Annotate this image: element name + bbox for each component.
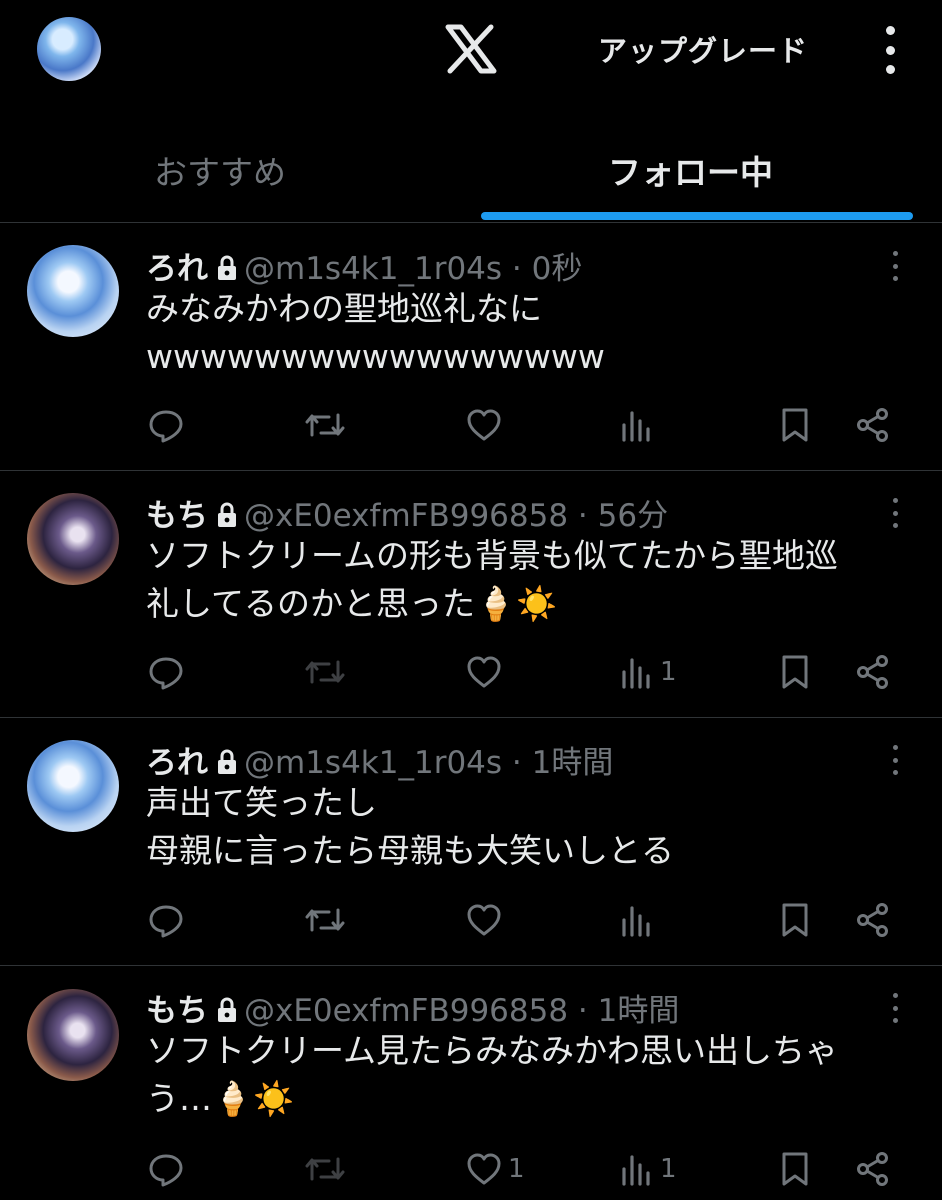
analytics-icon — [622, 658, 650, 689]
bookmark-button[interactable] — [780, 405, 810, 445]
post-more-icon[interactable] — [890, 251, 900, 281]
reply-button[interactable] — [148, 405, 184, 445]
post-header: ろれ @m1s4k1_1r04s · 1時間 — [146, 737, 613, 782]
bookmark-icon — [782, 1152, 808, 1186]
share-icon — [857, 1152, 888, 1186]
views-button[interactable] — [620, 405, 660, 445]
bookmark-icon — [782, 903, 808, 937]
share-icon — [857, 903, 888, 937]
post-item[interactable]: ろれ @m1s4k1_1r04s · 0秒 みなみかわの聖地巡礼なに wwwwww… — [0, 223, 942, 471]
heart-icon — [467, 409, 501, 441]
like-button[interactable] — [466, 405, 502, 445]
repost-icon — [305, 908, 345, 932]
reply-button[interactable] — [148, 652, 184, 692]
top-bar: アップグレード — [0, 0, 942, 100]
bookmark-icon — [782, 408, 808, 442]
bookmark-icon — [782, 655, 808, 689]
analytics-icon — [622, 906, 650, 937]
author-name[interactable]: もち — [146, 993, 208, 1029]
author-handle-time[interactable]: @m1s4k1_1r04s · 1時間 — [244, 745, 613, 781]
post-text: 声出て笑ったし 母親に言ったら母親も大笑いしとる — [146, 783, 674, 870]
tab-for-you[interactable]: おすすめ — [154, 146, 286, 194]
share-button[interactable] — [856, 652, 890, 692]
heart-icon — [467, 656, 501, 688]
views-count: 1 — [660, 657, 677, 687]
reply-button[interactable] — [148, 900, 184, 940]
lock-icon — [218, 997, 236, 1022]
reply-icon — [149, 410, 183, 443]
share-icon — [857, 655, 888, 689]
views-count: 1 — [660, 1154, 677, 1184]
repost-button[interactable] — [304, 652, 346, 692]
author-avatar[interactable] — [27, 493, 119, 585]
post-actions — [0, 900, 942, 940]
author-handle-time[interactable]: @m1s4k1_1r04s · 0秒 — [244, 251, 582, 287]
post-item[interactable]: ろれ @m1s4k1_1r04s · 1時間 声出て笑ったし 母親に言ったら母親も… — [0, 717, 942, 966]
post-header: もち @xE0exfmFB996858 · 56分 — [146, 490, 668, 535]
post-item[interactable]: もち @xE0exfmFB996858 · 1時間 ソフトクリーム見たらみなみかわ… — [0, 965, 942, 1200]
views-button[interactable]: 1 — [620, 1149, 677, 1189]
lock-icon — [218, 502, 236, 527]
x-logo-icon[interactable] — [444, 24, 498, 74]
author-avatar[interactable] — [27, 245, 119, 337]
share-button[interactable] — [856, 405, 890, 445]
post-more-icon[interactable] — [890, 745, 900, 775]
reply-icon — [149, 1154, 183, 1187]
reply-icon — [149, 657, 183, 690]
post-text: ソフトクリームの形も背景も似てたから聖地巡 礼してるのかと思った🍦☀️ — [146, 536, 839, 623]
repost-button[interactable] — [304, 405, 346, 445]
upgrade-button[interactable]: アップグレード — [598, 28, 808, 70]
author-name[interactable]: ろれ — [146, 745, 208, 781]
views-button[interactable] — [620, 900, 660, 940]
analytics-icon — [622, 411, 650, 442]
reply-button[interactable] — [148, 1149, 184, 1189]
heart-icon — [467, 904, 501, 936]
like-button[interactable]: 1 — [466, 1149, 525, 1189]
heart-icon — [467, 1153, 501, 1185]
post-item[interactable]: もち @xE0exfmFB996858 · 56分 ソフトクリームの形も背景も似て… — [0, 470, 942, 718]
timeline-tabs: おすすめ フォロー中 — [0, 122, 942, 223]
profile-avatar[interactable] — [37, 17, 101, 81]
more-options-icon[interactable] — [880, 26, 900, 74]
like-button[interactable] — [466, 652, 502, 692]
analytics-icon — [622, 1155, 650, 1186]
tab-following[interactable]: フォロー中 — [608, 146, 773, 194]
author-avatar[interactable] — [27, 989, 119, 1081]
views-button[interactable]: 1 — [620, 652, 677, 692]
active-tab-indicator — [481, 212, 913, 220]
bookmark-button[interactable] — [780, 652, 810, 692]
post-actions: 1 — [0, 652, 942, 692]
post-actions: 1 1 — [0, 1149, 942, 1189]
post-actions — [0, 405, 942, 445]
like-button[interactable] — [466, 900, 502, 940]
repost-icon — [305, 1157, 345, 1181]
lock-icon — [218, 749, 236, 774]
likes-count: 1 — [508, 1154, 525, 1184]
reply-icon — [149, 905, 183, 938]
bookmark-button[interactable] — [780, 900, 810, 940]
post-more-icon[interactable] — [890, 993, 900, 1023]
share-button[interactable] — [856, 1149, 890, 1189]
author-name[interactable]: ろれ — [146, 251, 208, 287]
author-handle-time[interactable]: @xE0exfmFB996858 · 1時間 — [244, 993, 679, 1029]
post-header: もち @xE0exfmFB996858 · 1時間 — [146, 985, 679, 1030]
share-icon — [857, 408, 888, 442]
post-text: みなみかわの聖地巡礼なに wwwwwwwwwwwwwwwww — [146, 289, 605, 376]
post-header: ろれ @m1s4k1_1r04s · 0秒 — [146, 243, 582, 288]
author-handle-time[interactable]: @xE0exfmFB996858 · 56分 — [244, 498, 668, 534]
repost-icon — [305, 660, 345, 684]
post-text: ソフトクリーム見たらみなみかわ思い出しちゃ う…🍦☀️ — [146, 1031, 839, 1118]
share-button[interactable] — [856, 900, 890, 940]
bookmark-button[interactable] — [780, 1149, 810, 1189]
author-avatar[interactable] — [27, 740, 119, 832]
repost-icon — [305, 413, 345, 437]
repost-button[interactable] — [304, 1149, 346, 1189]
author-name[interactable]: もち — [146, 498, 208, 534]
post-more-icon[interactable] — [890, 498, 900, 528]
lock-icon — [218, 255, 236, 280]
repost-button[interactable] — [304, 900, 346, 940]
